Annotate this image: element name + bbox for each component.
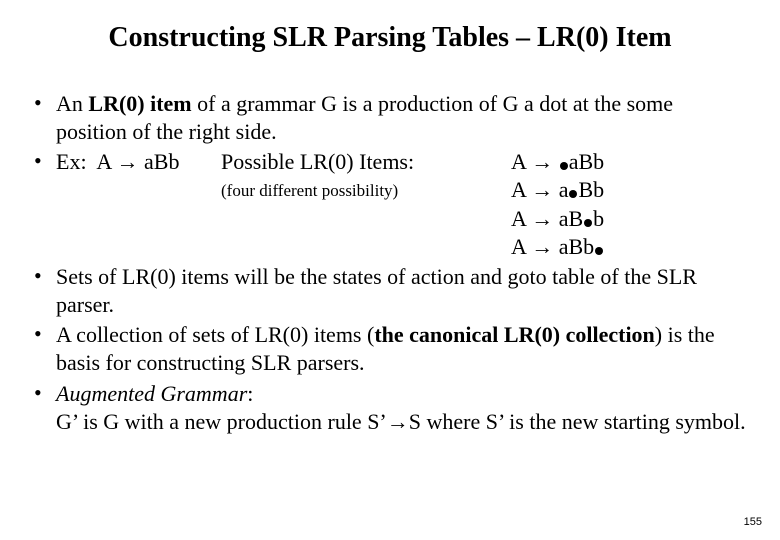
bullet-3-body: Sets of LR(0) items will be the states o…: [56, 263, 748, 319]
ex-label: Ex:: [56, 149, 87, 174]
bullet-1: • An LR(0) item of a grammar G is a prod…: [32, 90, 748, 146]
lr0-items-rest: A → aBb A → aBb A → aBb: [511, 176, 604, 260]
i2-s1: a: [559, 177, 569, 202]
i1-s2: aBb: [569, 149, 604, 174]
bullet-2-body: Ex: A → aBb Possible LR(0) Items: A → aB…: [56, 148, 748, 261]
possible-label: Possible LR(0) Items:: [221, 148, 511, 176]
dot-icon: [569, 190, 577, 198]
arrow-icon: →: [531, 206, 553, 231]
arrow-icon: →: [117, 149, 139, 174]
arrow-icon: →: [531, 177, 553, 202]
bullet-marker: •: [32, 321, 56, 377]
lr0-items: A → aBb: [511, 148, 604, 176]
arrow-icon: →: [531, 149, 553, 174]
i1-lhs: A: [511, 149, 531, 174]
bullet-list: • An LR(0) item of a grammar G is a prod…: [32, 90, 748, 436]
arrow-icon: →: [531, 234, 553, 259]
dot-icon: [560, 162, 568, 170]
b1-term: LR(0) item: [88, 91, 191, 116]
bullet-marker: •: [32, 90, 56, 146]
i2-s2: Bb: [578, 177, 604, 202]
b5-colon: :: [247, 381, 253, 406]
dot-icon: [595, 247, 603, 255]
page-number: 155: [744, 516, 762, 528]
b5-pre: G’ is G with a new production rule S’: [56, 409, 387, 434]
bullet-3: • Sets of LR(0) items will be the states…: [32, 263, 748, 319]
note-text: (four different possibility): [221, 176, 511, 260]
ex-prod-rhs: aBb: [139, 149, 180, 174]
ex-prod-lhs: A: [96, 149, 116, 174]
bullet-5-body: Augmented Grammar: G’ is G with a new pr…: [56, 380, 748, 436]
bullet-marker: •: [32, 148, 56, 261]
b4-pre: A collection of sets of LR(0) items (: [56, 322, 374, 347]
i3-s1: aB: [559, 206, 583, 231]
i4-lhs: A: [511, 234, 531, 259]
dot-icon: [584, 219, 592, 227]
bullet-4: • A collection of sets of LR(0) items (t…: [32, 321, 748, 377]
i4-s1: aBb: [559, 234, 594, 259]
b4-term: the canonical LR(0) collection: [374, 322, 654, 347]
b5-head: Augmented Grammar: [56, 381, 247, 406]
bullet-marker: •: [32, 380, 56, 436]
slide-title: Constructing SLR Parsing Tables – LR(0) …: [32, 22, 748, 54]
lr0-item-3: A → aB b: [511, 205, 604, 233]
b1-pre: An: [56, 91, 88, 116]
i2-lhs: A: [511, 177, 531, 202]
bullet-2: • Ex: A → aBb Possible LR(0) Items: A → …: [32, 148, 748, 261]
lr0-item-4: A → aBb: [511, 233, 604, 261]
bullet-4-body: A collection of sets of LR(0) items (the…: [56, 321, 748, 377]
arrow-icon: →: [387, 409, 409, 434]
i3-s2: b: [593, 206, 604, 231]
bullet-5: • Augmented Grammar: G’ is G with a new …: [32, 380, 748, 436]
lr0-item-2: A → a Bb: [511, 176, 604, 204]
i3-lhs: A: [511, 206, 531, 231]
lr0-item-1: A → aBb: [511, 148, 604, 176]
bullet-marker: •: [32, 263, 56, 319]
bullet-1-body: An LR(0) item of a grammar G is a produc…: [56, 90, 748, 146]
b5-post: S where S’ is the new starting symbol.: [409, 409, 746, 434]
